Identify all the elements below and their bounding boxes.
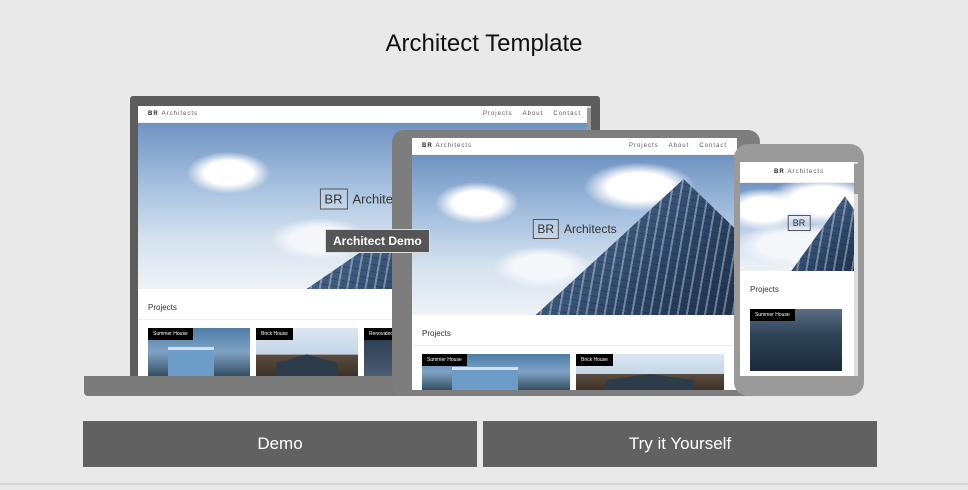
site-nav-links: Projects About Contact: [619, 143, 727, 149]
hero-image: BR: [740, 183, 858, 271]
bottom-divider: [0, 483, 968, 485]
nav-about: About: [668, 143, 690, 149]
building-image: [535, 179, 737, 315]
nav-projects: Projects: [482, 111, 513, 117]
site-brand: BR Architects: [773, 169, 824, 175]
phone-screen: BR Architects BR Projects Summer House: [740, 162, 858, 376]
tablet-screen: BR Architects Projects About Contact BR Arc…: [412, 138, 737, 390]
site-brand: BR Architects: [422, 143, 473, 149]
hero-image: BR Architects: [412, 155, 737, 315]
nav-projects: Projects: [628, 143, 659, 149]
card-summer-house: Summer House: [148, 328, 250, 376]
site-nav-links: Projects About Contact: [473, 111, 581, 117]
card-summer-house: Summer House: [750, 309, 842, 371]
project-cards: Summer House: [740, 301, 858, 371]
nav-about: About: [522, 111, 544, 117]
hero-logo-mark: BR: [319, 188, 348, 210]
hero-logo: BR Architects: [532, 218, 617, 239]
site-nav: BR Architects Projects About Contact: [138, 106, 591, 123]
nav-contact: Contact: [553, 111, 581, 117]
device-showcase[interactable]: BR Architects Projects About Contact BR Arc…: [84, 88, 864, 398]
demo-button[interactable]: Demo: [83, 421, 477, 467]
hero-logo-mark: BR: [532, 218, 559, 239]
card-brick-house: Brick House: [256, 328, 358, 376]
card-brick-house: Brick House: [576, 354, 724, 390]
laptop-base: [84, 376, 414, 396]
page-title: Architect Template: [385, 30, 583, 57]
hero-logo: BR: [787, 215, 811, 232]
card-summer-house: Summer House: [422, 354, 570, 390]
site-nav: BR Architects Projects About Contact: [412, 138, 737, 155]
hero-logo-mark: BR: [787, 215, 811, 232]
nav-contact: Contact: [699, 143, 727, 149]
building-image: [791, 196, 858, 271]
project-cards: Summer House Brick House: [412, 346, 737, 390]
try-it-yourself-button[interactable]: Try it Yourself: [483, 421, 877, 467]
projects-heading: Projects: [750, 285, 779, 294]
projects-heading: Projects: [412, 323, 737, 346]
site-nav: BR Architects: [740, 162, 858, 183]
phone-scrollbar: [854, 162, 858, 376]
site-brand: BR Architects: [148, 111, 199, 117]
hero-logo-name: Architects: [563, 221, 617, 236]
architect-demo-tooltip: Architect Demo: [325, 229, 430, 253]
